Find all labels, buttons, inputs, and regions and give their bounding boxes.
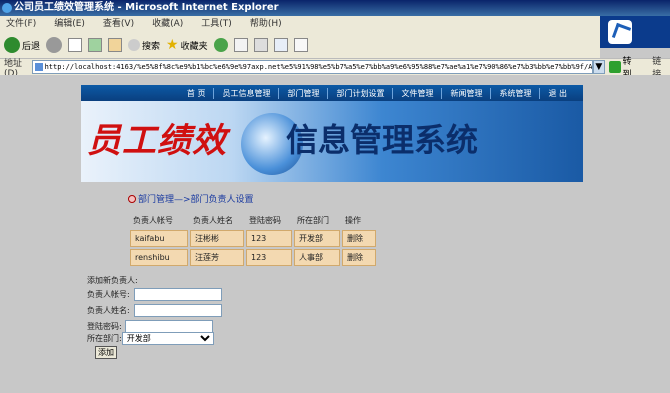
department-label: 所在部门: xyxy=(87,334,122,343)
cell-name: 汪彬彬 xyxy=(190,230,244,247)
manager-table: 负责人帐号 负责人姓名 登陆密码 所在部门 操作 kaifabu 汪彬彬 123… xyxy=(128,210,378,268)
nav-file-manage[interactable]: 文件管理 xyxy=(392,87,441,99)
password-label: 登陆密码: xyxy=(87,322,122,331)
account-label: 负责人帐号: xyxy=(87,290,130,299)
window-titlebar: 公司员工绩效管理系统 - Microsoft Internet Explorer xyxy=(0,0,670,16)
cell-account: renshibu xyxy=(130,249,188,266)
media-icon[interactable] xyxy=(213,38,228,52)
header-account: 负责人帐号 xyxy=(133,215,173,225)
delete-link[interactable]: 删除 xyxy=(342,230,376,247)
address-url: http://localhost:4163/%e5%8f%8c%e9%b1%bc… xyxy=(44,63,593,71)
menu-file[interactable]: 文件(F) xyxy=(6,16,36,32)
menu-edit[interactable]: 编辑(E) xyxy=(54,16,85,32)
search-label: 搜索 xyxy=(142,41,161,52)
address-bar: 地址(D) http://localhost:4163/%e5%8f%8c%e9… xyxy=(0,57,670,80)
table-header-row: 负责人帐号 负责人姓名 登陆密码 所在部门 操作 xyxy=(130,212,376,228)
search-icon xyxy=(128,39,141,51)
mail-icon[interactable] xyxy=(233,38,248,52)
favorites-label: 收藏夹 xyxy=(180,41,208,52)
nav-home[interactable]: 首 页 xyxy=(179,88,214,99)
cell-name: 汪莲芳 xyxy=(190,249,244,266)
stop-icon[interactable] xyxy=(68,38,83,52)
cell-department: 开发部 xyxy=(294,230,340,247)
window-title: 公司员工绩效管理系统 - Microsoft Internet Explorer xyxy=(14,2,279,13)
breadcrumb-text[interactable]: 部门管理—>部门负责人设置 xyxy=(138,192,254,205)
nav-dept-plan[interactable]: 部门计划设置 xyxy=(327,87,392,99)
print-icon[interactable] xyxy=(253,38,268,52)
form-heading: 添加新负责人: xyxy=(87,276,138,285)
page-icon xyxy=(34,63,43,71)
back-arrow-icon xyxy=(4,37,20,53)
favorites-button[interactable]: ★ 收藏夹 xyxy=(166,37,208,53)
top-nav: 首 页 员工信息管理 部门管理 部门计划设置 文件管理 新闻管理 系统管理 退 … xyxy=(81,85,583,101)
ie-icon xyxy=(2,3,12,13)
windows-logo xyxy=(600,16,670,48)
menu-help[interactable]: 帮助(H) xyxy=(250,16,282,32)
banner-title-left: 员工绩效 xyxy=(87,121,227,161)
nav-logout[interactable]: 退 出 xyxy=(539,87,575,99)
table-row: kaifabu 汪彬彬 123 开发部 删除 xyxy=(130,230,376,247)
menu-favorites[interactable]: 收藏(A) xyxy=(152,16,183,32)
header-department: 所在部门 xyxy=(297,215,329,225)
nav-employee-info[interactable]: 员工信息管理 xyxy=(213,87,278,99)
banner-title-right: 信息管理系统 xyxy=(286,121,479,159)
cell-password: 123 xyxy=(246,249,292,266)
star-icon: ★ xyxy=(166,37,179,53)
search-button[interactable]: 搜索 xyxy=(128,39,160,52)
cell-password: 123 xyxy=(246,230,292,247)
home-icon[interactable] xyxy=(108,38,123,52)
menu-view[interactable]: 查看(V) xyxy=(103,16,134,32)
add-button[interactable]: 添加 xyxy=(95,346,117,359)
header-name: 负责人姓名 xyxy=(193,215,233,225)
page-content: 首 页 员工信息管理 部门管理 部门计划设置 文件管理 新闻管理 系统管理 退 … xyxy=(0,75,670,393)
forward-icon[interactable] xyxy=(46,37,63,53)
edit-icon[interactable] xyxy=(273,38,288,52)
header-password: 登陆密码 xyxy=(249,215,281,225)
table-row: renshibu 汪莲芳 123 人事部 删除 xyxy=(130,249,376,266)
account-input[interactable] xyxy=(133,288,222,301)
toolbar: 后退 搜索 ★ 收藏夹 xyxy=(0,32,600,58)
cell-department: 人事部 xyxy=(294,249,340,266)
department-select[interactable]: 开发部 xyxy=(121,332,214,345)
header-action: 操作 xyxy=(345,215,361,225)
name-label: 负责人姓名: xyxy=(87,306,130,315)
header-banner: 首 页 员工信息管理 部门管理 部门计划设置 文件管理 新闻管理 系统管理 退 … xyxy=(81,85,583,182)
address-input[interactable]: http://localhost:4163/%e5%8f%8c%e9%b1%bc… xyxy=(31,60,593,74)
menu-bar: 文件(F) 编辑(E) 查看(V) 收藏(A) 工具(T) 帮助(H) xyxy=(0,16,600,32)
delete-link[interactable]: 删除 xyxy=(342,249,376,266)
menu-tools[interactable]: 工具(T) xyxy=(201,16,232,32)
go-arrow-icon xyxy=(608,61,621,73)
windows-flag-icon xyxy=(608,20,632,44)
nav-dept-manage[interactable]: 部门管理 xyxy=(278,87,327,99)
nav-news-manage[interactable]: 新闻管理 xyxy=(441,87,490,99)
banner-image: 员工绩效 信息管理系统 xyxy=(81,101,583,182)
address-dropdown-icon[interactable]: ▼ xyxy=(592,60,605,74)
back-label: 后退 xyxy=(22,41,41,52)
nav-system-manage[interactable]: 系统管理 xyxy=(490,87,539,99)
name-input[interactable] xyxy=(133,304,222,317)
breadcrumb-icon xyxy=(128,194,136,203)
discuss-icon[interactable] xyxy=(293,38,308,52)
cell-account: kaifabu xyxy=(130,230,188,247)
refresh-icon[interactable] xyxy=(88,38,103,52)
back-button[interactable]: 后退 xyxy=(4,37,40,53)
breadcrumb: 部门管理—>部门负责人设置 xyxy=(128,192,254,205)
